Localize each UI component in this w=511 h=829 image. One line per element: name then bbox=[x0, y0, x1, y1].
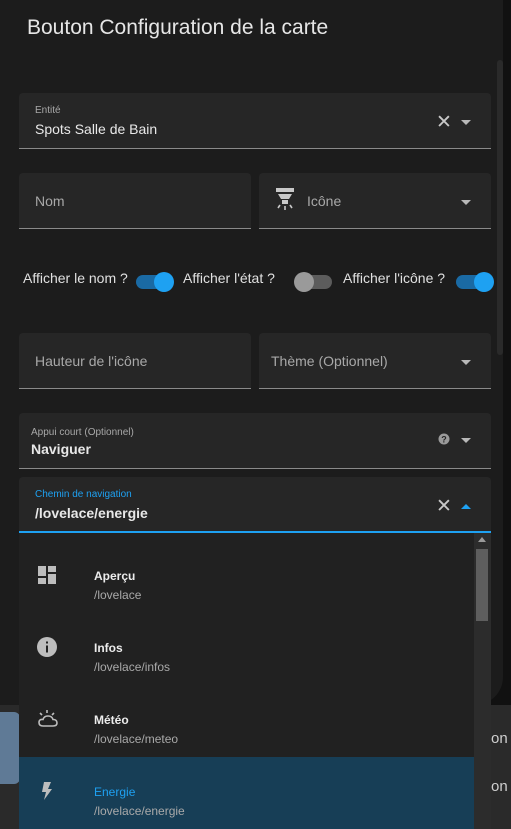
show-icon-label: Afficher l'icône ? bbox=[343, 270, 446, 286]
entity-label: Entité bbox=[35, 105, 61, 116]
list-item-selected[interactable]: Energie /lovelace/energie bbox=[19, 757, 474, 829]
list-item-path: /lovelace/meteo bbox=[94, 732, 179, 746]
background-text: on bbox=[491, 730, 508, 747]
list-item-path: /lovelace/infos bbox=[94, 660, 171, 674]
list-item[interactable]: Météo /lovelace/meteo bbox=[19, 685, 474, 757]
show-name-toggle[interactable] bbox=[136, 272, 174, 292]
info-icon bbox=[37, 637, 57, 657]
dashboard-icon bbox=[38, 566, 56, 584]
navigation-path-dropdown: Aperçu /lovelace Infos /lovelace/infos M… bbox=[19, 533, 491, 829]
list-item-title: Energie bbox=[94, 785, 136, 799]
entity-value: Spots Salle de Bain bbox=[35, 121, 158, 137]
name-field[interactable]: Nom bbox=[19, 173, 251, 229]
clear-icon[interactable]: ✕ bbox=[436, 113, 452, 132]
toggle-knob bbox=[294, 272, 314, 292]
list-item-path: /lovelace/energie bbox=[94, 804, 185, 818]
theme-select[interactable]: Thème (Optionnel) bbox=[259, 333, 491, 389]
spotlight-icon bbox=[276, 188, 294, 210]
show-state-toggle[interactable] bbox=[294, 272, 332, 292]
name-placeholder: Nom bbox=[35, 193, 65, 209]
toggle-knob bbox=[154, 272, 174, 292]
navigation-path-label: Chemin de navigation bbox=[35, 489, 132, 500]
show-icon-toggle[interactable] bbox=[456, 272, 494, 292]
list-item-path: /lovelace bbox=[94, 588, 142, 602]
toggle-knob bbox=[474, 272, 494, 292]
clear-icon[interactable]: ✕ bbox=[436, 497, 452, 516]
list-item-title: Météo bbox=[94, 713, 129, 727]
list-item-title: Infos bbox=[94, 641, 123, 655]
tap-action-label: Appui court (Optionnel) bbox=[31, 427, 134, 438]
weather-partly-cloudy-icon bbox=[38, 710, 58, 727]
icon-height-placeholder: Hauteur de l'icône bbox=[35, 353, 148, 369]
icon-height-field[interactable]: Hauteur de l'icône bbox=[19, 333, 251, 389]
chevron-down-icon[interactable] bbox=[461, 120, 471, 125]
navigation-path-value: /lovelace/energie bbox=[35, 505, 148, 521]
chevron-down-icon[interactable] bbox=[461, 438, 471, 443]
tap-action-select[interactable]: Appui court (Optionnel) Naviguer ? bbox=[19, 413, 491, 469]
theme-placeholder: Thème (Optionnel) bbox=[271, 353, 388, 369]
flash-icon bbox=[42, 782, 52, 800]
entity-field[interactable]: Entité Spots Salle de Bain ✕ bbox=[19, 93, 491, 149]
dialog-scrollbar[interactable] bbox=[497, 60, 503, 355]
icon-placeholder: Icône bbox=[307, 193, 342, 209]
show-name-label: Afficher le nom ? bbox=[23, 270, 128, 286]
show-state-label: Afficher l'état ? bbox=[183, 270, 275, 286]
list-item[interactable]: Aperçu /lovelace bbox=[19, 541, 474, 613]
icon-field[interactable]: Icône bbox=[259, 173, 491, 229]
dropdown-scrollbar-thumb[interactable] bbox=[476, 549, 488, 621]
list-item[interactable]: Infos /lovelace/infos bbox=[19, 613, 474, 685]
background-tile bbox=[0, 712, 20, 784]
help-icon[interactable]: ? bbox=[438, 433, 450, 445]
scroll-up-arrow-icon[interactable] bbox=[478, 537, 486, 542]
chevron-down-icon[interactable] bbox=[461, 200, 471, 205]
svg-text:?: ? bbox=[441, 435, 447, 445]
background-text: on bbox=[491, 778, 508, 795]
dialog-title: Bouton Configuration de la carte bbox=[27, 16, 329, 39]
list-item-title: Aperçu bbox=[94, 569, 136, 583]
chevron-down-icon[interactable] bbox=[461, 360, 471, 365]
navigation-path-field[interactable]: Chemin de navigation /lovelace/energie ✕ bbox=[19, 477, 491, 533]
tap-action-value: Naviguer bbox=[31, 441, 91, 457]
chevron-up-icon[interactable] bbox=[461, 504, 471, 509]
